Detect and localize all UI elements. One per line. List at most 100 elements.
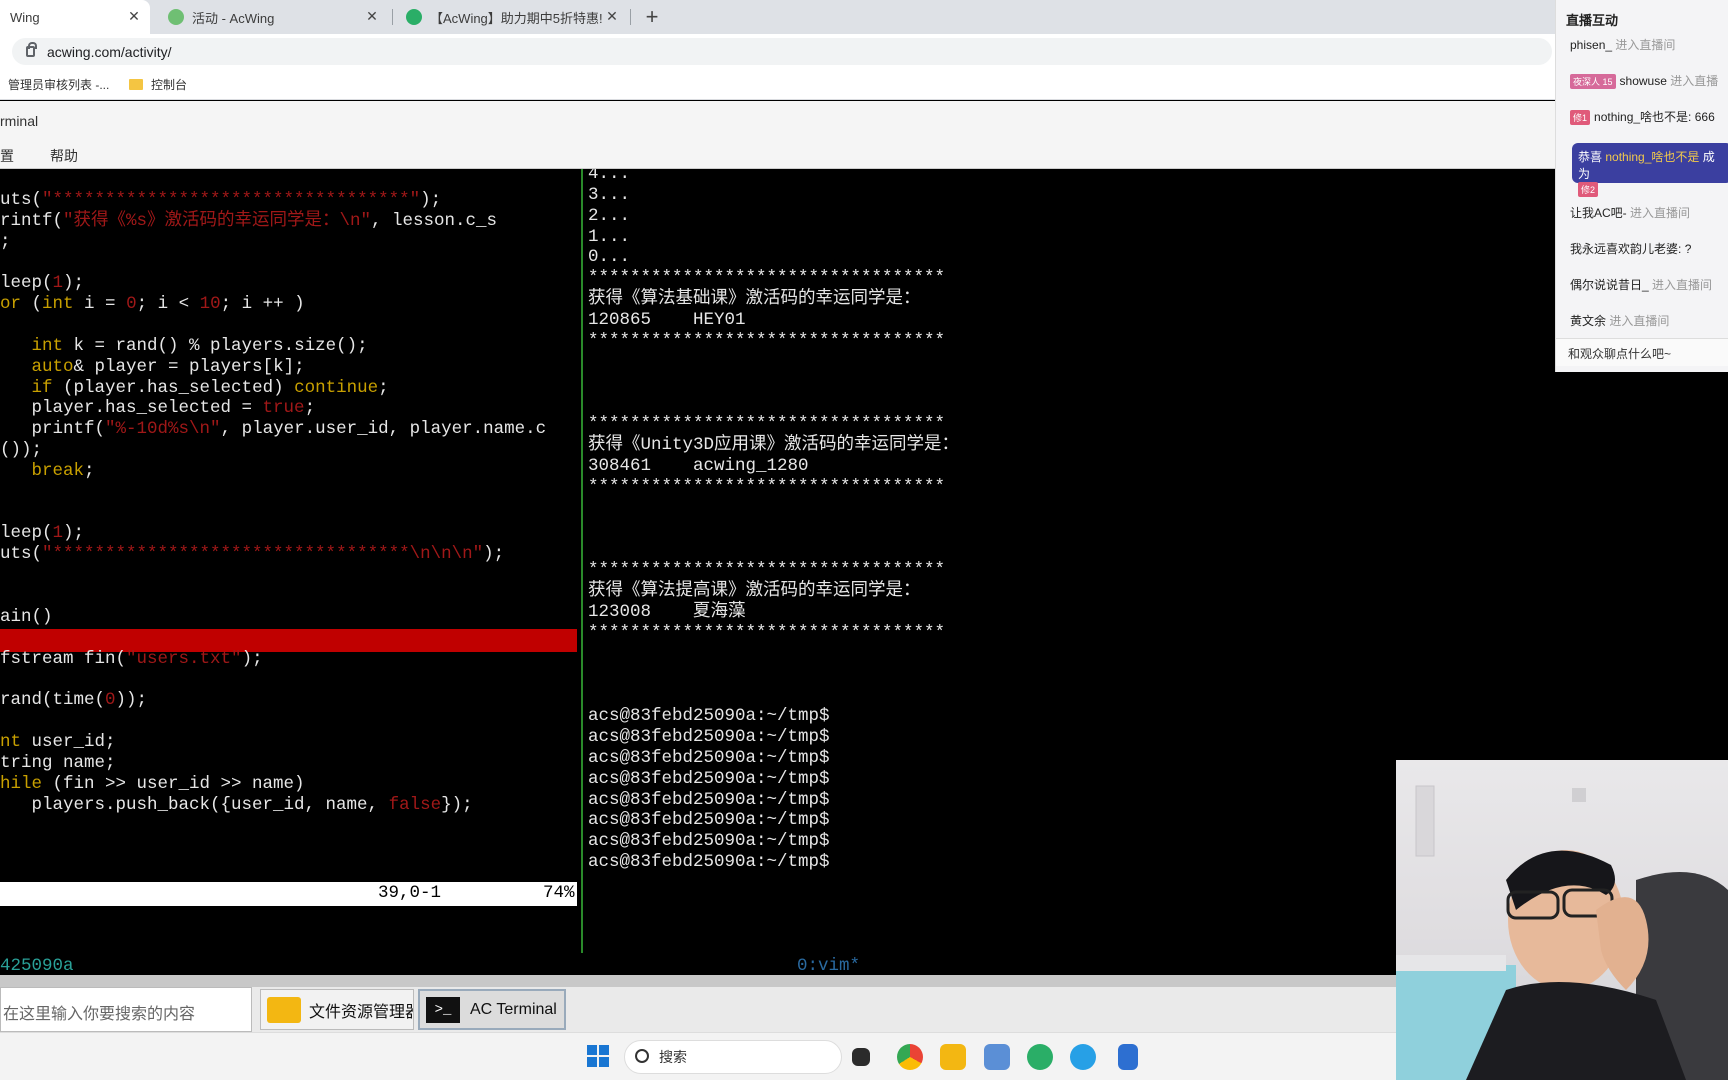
chat-action: 进入直播间 (1652, 278, 1713, 292)
string-literal: "获得《%s》激活码的幸运同学是：\n" (63, 210, 372, 231)
code-text: ); (483, 544, 505, 565)
chat-message: ? (1684, 242, 1692, 256)
notepad-icon[interactable] (1118, 1044, 1138, 1070)
windows-search-box[interactable]: 搜索 (624, 1040, 842, 1074)
chat-app-icon[interactable] (1070, 1044, 1096, 1070)
bookmark-label: 管理员审核列表 -... (8, 78, 110, 92)
code-text: )); (115, 690, 148, 711)
terminal-window[interactable]: uts("**********************************"… (0, 169, 1400, 975)
webcam-image (1396, 785, 1728, 1080)
close-tab-icon[interactable]: ✕ (604, 8, 620, 24)
webcam-video (1396, 760, 1728, 1080)
chat-user: phisen_ (1570, 38, 1613, 52)
fan-badge: 夜深人 15 (1570, 74, 1616, 90)
chat-row: phisen_ 进入直播间 (1570, 36, 1675, 53)
code-line: leep(1); (0, 272, 84, 295)
string-literal: true (262, 398, 305, 419)
code-text: , lesson.c_s (371, 210, 498, 231)
gift-user: nothing_啥也不是 (1605, 150, 1700, 164)
terminal-output-line: 3... (588, 184, 631, 205)
taskbar-ac-terminal[interactable]: >_ AC Terminal (418, 989, 566, 1030)
terminal-output-line: 123008 夏海藻 (588, 601, 746, 622)
chat-input[interactable]: 和观众聊点什么吧~ (1556, 338, 1728, 366)
keyword: continue (294, 377, 379, 398)
string-literal: 0 (105, 690, 116, 711)
chat-action: 进入直播间 (1609, 314, 1670, 328)
code-text: user_id; (21, 731, 116, 752)
close-tab-icon[interactable]: ✕ (364, 8, 380, 24)
task-view-icon[interactable] (852, 1048, 870, 1066)
chat-user: nothing_啥也不是: (1594, 110, 1692, 124)
code-text: ); (241, 648, 263, 669)
gift-notice: 恭喜 nothing_啥也不是 成为 修2 (1572, 143, 1728, 198)
wechat-icon[interactable] (1027, 1044, 1053, 1070)
tab-activity[interactable]: 活动 - AcWing ✕ (158, 0, 388, 34)
app-icon[interactable] (984, 1044, 1010, 1070)
keyword: if (31, 377, 53, 398)
browser-tab-bar: Wing ✕ 活动 - AcWing ✕ 【AcWing】助力期中5折特惠! ✕… (0, 0, 1728, 34)
terminal-output-line: acs@83febd25090a:~/tmp$ (588, 706, 830, 727)
taskbar-search-input[interactable]: 在这里输入你要搜索的内容 (0, 987, 252, 1032)
terminal-output-line: acs@83febd25090a:~/tmp$ (588, 810, 830, 831)
keyword: or (0, 294, 22, 315)
close-tab-icon[interactable]: ✕ (126, 8, 142, 24)
terminal-output-line: acs@83febd25090a:~/tmp$ (588, 789, 830, 810)
live-chat-panel: 直播互动 phisen_ 进入直播间 夜深人 15 showuse 进入直播 修1… (1555, 0, 1728, 372)
windows-start-icon[interactable] (587, 1045, 609, 1067)
code-text: ; (0, 231, 11, 252)
tab-title: 活动 - AcWing (192, 10, 275, 26)
lock-icon[interactable] (26, 42, 37, 57)
bookmark-console[interactable]: 控制台 (129, 76, 187, 93)
menu-settings[interactable]: 置 (0, 146, 14, 166)
code-line: rintf("获得《%s》激活码的幸运同学是：\n", lesson.c_s (0, 210, 497, 233)
code-text: ain() (0, 606, 53, 627)
code-text: (fin >> user_id >> name) (42, 773, 305, 794)
tab-title: 【AcWing】助力期中5折特惠! (430, 10, 603, 26)
code-line: ain() (0, 606, 53, 629)
bookmark-admin-review[interactable]: 管理员审核列表 -... (8, 76, 109, 93)
code-text: ; (84, 460, 95, 481)
gift-prefix: 恭喜 (1578, 150, 1603, 164)
address-bar-row: acwing.com/activity/ (0, 34, 1728, 68)
bookmarks-bar: 管理员审核列表 -... 控制台 (0, 68, 1728, 100)
taskbar-file-explorer[interactable]: 文件资源管理器 (260, 989, 414, 1030)
chat-row: 夜深人 15 showuse 进入直播 (1570, 72, 1719, 90)
code-text: rand(time( (0, 690, 106, 711)
tab-promo[interactable]: 【AcWing】助力期中5折特惠! ✕ (396, 0, 628, 34)
code-text: players.push_back({user_id, name, (0, 794, 389, 815)
level-badge: 修2 (1578, 182, 1599, 198)
string-literal: "%-10d%s\n" (105, 419, 221, 440)
code-text: leep( (0, 523, 53, 544)
chat-action: 进入直播间 (1630, 206, 1691, 220)
terminal-output-line: ********************************** (588, 414, 946, 435)
chat-row: 修1 nothing_啥也不是: 666 (1570, 108, 1715, 126)
keyword: int (42, 294, 74, 315)
menu-help[interactable]: 帮助 (50, 146, 78, 166)
string-literal: "users.txt" (126, 648, 242, 669)
code-line: tring name; (0, 752, 116, 775)
terminal-output-line: 获得《Unity3D应用课》激活码的幸运同学是： (588, 435, 960, 456)
terminal-output-line: 2... (588, 205, 631, 226)
new-tab-button[interactable]: + (640, 4, 664, 30)
chat-user: showuse (1619, 74, 1667, 88)
app-title-bar: rminal (0, 101, 1728, 137)
terminal-output-line: 获得《算法提高课》激活码的幸运同学是： (588, 581, 921, 601)
code-text: player.has_selected = (0, 398, 263, 419)
chat-user: 我永远喜欢韵儿老婆: (1570, 242, 1682, 256)
level-badge: 修1 (1570, 110, 1591, 126)
code-line: ()); (0, 439, 42, 462)
code-text: , player.user_id, player.name.c (220, 419, 547, 440)
chrome-icon[interactable] (897, 1044, 923, 1070)
code-text: i = (73, 294, 127, 315)
tab-acwing[interactable]: Wing ✕ (0, 0, 150, 34)
chat-row: 我永远喜欢韵儿老婆: ? (1570, 240, 1691, 257)
file-explorer-icon[interactable] (940, 1044, 966, 1070)
chat-action: 进入直播 (1670, 74, 1719, 88)
code-line: rand(time(0)); (0, 689, 147, 712)
keyword: hile (0, 773, 43, 794)
code-line: players.push_back({user_id, name, false}… (0, 794, 473, 817)
code-line: nt user_id; (0, 731, 116, 754)
address-bar[interactable]: acwing.com/activity/ (12, 38, 1552, 65)
code-text: }); (441, 794, 473, 815)
